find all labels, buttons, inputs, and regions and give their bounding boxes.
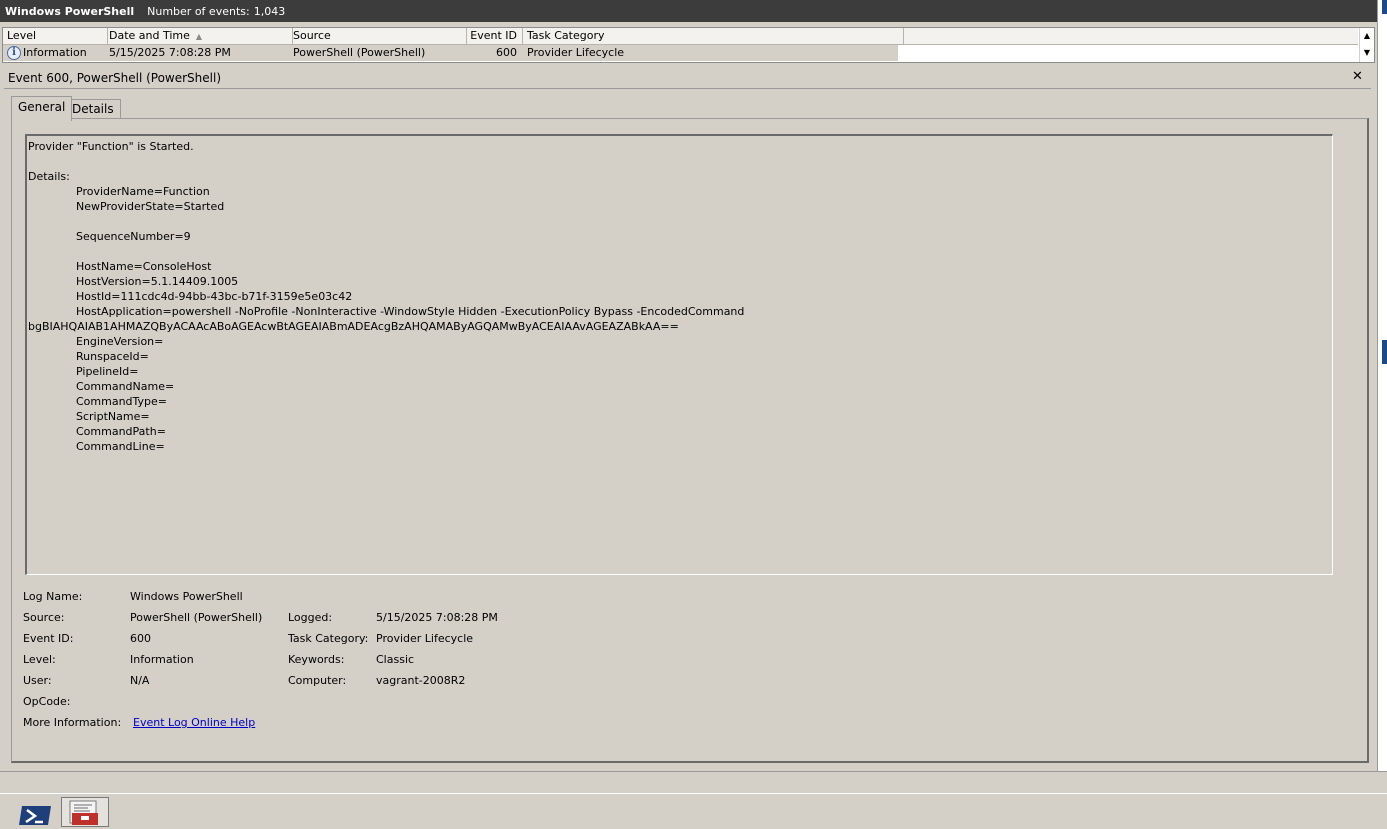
grid-scrollbar[interactable]: ▲ ▼ bbox=[1359, 28, 1374, 62]
prop-log-name-label: Log Name: bbox=[23, 590, 83, 603]
prop-task-category-label: Task Category: bbox=[288, 632, 369, 645]
column-header-date[interactable]: Date and Time ▲ bbox=[104, 28, 293, 44]
powershell-icon[interactable] bbox=[19, 806, 51, 825]
tab-details[interactable]: Details bbox=[65, 99, 121, 119]
message-host-application: HostApplication=powershell -NoProfile -N… bbox=[76, 305, 745, 318]
column-header-source[interactable]: Source bbox=[288, 28, 467, 44]
scroll-down-icon[interactable]: ▼ bbox=[1361, 46, 1373, 60]
event-message-box[interactable]: Provider "Function" is Started. Details:… bbox=[25, 134, 1333, 575]
info-icon: i bbox=[7, 46, 21, 60]
prop-opcode-label: OpCode: bbox=[23, 695, 71, 708]
message-sequence-number: SequenceNumber=9 bbox=[76, 230, 191, 243]
message-intro: Provider "Function" is Started. bbox=[28, 140, 194, 153]
column-header-task-category[interactable]: Task Category bbox=[522, 28, 904, 44]
cell-source: PowerShell (PowerShell) bbox=[288, 45, 466, 61]
details-title: Event 600, PowerShell (PowerShell) bbox=[8, 71, 222, 85]
column-header-date-label: Date and Time bbox=[109, 29, 190, 42]
message-provider-name: ProviderName=Function bbox=[76, 185, 210, 198]
message-script-name: ScriptName= bbox=[76, 410, 150, 423]
message-command-line: CommandLine= bbox=[76, 440, 165, 453]
prop-source-label: Source: bbox=[23, 611, 65, 624]
prop-user-label: User: bbox=[23, 674, 52, 687]
cell-event-id: 600 bbox=[462, 45, 522, 61]
message-details-label: Details: bbox=[28, 170, 70, 183]
column-header-level[interactable]: Level bbox=[3, 28, 108, 44]
log-title: Windows PowerShell bbox=[5, 4, 135, 18]
right-pane-edge bbox=[1377, 0, 1387, 772]
prop-log-name-value: Windows PowerShell bbox=[130, 590, 243, 603]
cell-level: i Information bbox=[3, 45, 107, 61]
event-viewer-icon[interactable] bbox=[61, 797, 109, 827]
taskbar bbox=[0, 793, 1387, 826]
prop-computer-label: Computer: bbox=[288, 674, 347, 687]
prop-source-value: PowerShell (PowerShell) bbox=[130, 611, 263, 624]
prop-logged-label: Logged: bbox=[288, 611, 333, 624]
divider bbox=[0, 771, 1387, 772]
tab-general[interactable]: General bbox=[11, 96, 73, 121]
event-log-online-help-link[interactable]: Event Log Online Help bbox=[133, 716, 255, 729]
prop-user-value: N/A bbox=[130, 674, 150, 687]
event-count-value: 1,043 bbox=[253, 4, 286, 18]
grid-header: Level Date and Time ▲ Source Event ID Tas… bbox=[3, 28, 1358, 45]
divider bbox=[4, 88, 1371, 89]
message-host-id: HostId=111cdc4d-94bb-43bc-b71f-3159e5e03… bbox=[76, 290, 353, 303]
prop-task-category-value: Provider Lifecycle bbox=[376, 632, 474, 645]
prop-event-id-value: 600 bbox=[130, 632, 151, 645]
prop-more-info-label: More Information: bbox=[23, 716, 122, 729]
cell-level-text: Information bbox=[23, 46, 87, 59]
message-host-name: HostName=ConsoleHost bbox=[76, 260, 212, 273]
message-encoded-command: bgBIAHQAIAB1AHMAZQByACAAcABoAGEAcwBtAGEA… bbox=[28, 320, 679, 333]
cell-date: 5/15/2025 7:08:28 PM bbox=[104, 45, 292, 61]
prop-event-id-label: Event ID: bbox=[23, 632, 74, 645]
message-new-provider-state: NewProviderState=Started bbox=[76, 200, 225, 213]
column-header-event-id[interactable]: Event ID bbox=[462, 28, 523, 44]
prop-keywords-value: Classic bbox=[376, 653, 415, 666]
prop-logged-value: 5/15/2025 7:08:28 PM bbox=[376, 611, 498, 624]
prop-keywords-label: Keywords: bbox=[288, 653, 345, 666]
message-runspace-id: RunspaceId= bbox=[76, 350, 149, 363]
event-count-label: Number of events: bbox=[147, 4, 250, 18]
message-command-type: CommandType= bbox=[76, 395, 168, 408]
message-command-path: CommandPath= bbox=[76, 425, 166, 438]
cell-task-category: Provider Lifecycle bbox=[522, 45, 898, 61]
prop-computer-value: vagrant-2008R2 bbox=[376, 674, 466, 687]
right-pane-marker bbox=[1382, 340, 1387, 364]
status-bar bbox=[0, 773, 1387, 791]
prop-level-label: Level: bbox=[23, 653, 56, 666]
prop-level-value: Information bbox=[130, 653, 194, 666]
scroll-up-icon[interactable]: ▲ bbox=[1361, 29, 1373, 43]
message-pipeline-id: PipelineId= bbox=[76, 365, 139, 378]
message-host-version: HostVersion=5.1.14409.1005 bbox=[76, 275, 239, 288]
close-icon[interactable]: ✕ bbox=[1352, 69, 1363, 84]
message-command-name: CommandName= bbox=[76, 380, 175, 393]
window-title-bar: Windows PowerShell Number of events: 1,0… bbox=[0, 0, 1378, 22]
right-pane-marker bbox=[1382, 0, 1387, 14]
events-grid[interactable]: Level Date and Time ▲ Source Event ID Tas… bbox=[2, 27, 1375, 63]
message-engine-version: EngineVersion= bbox=[76, 335, 164, 348]
sort-asc-icon: ▲ bbox=[195, 32, 203, 41]
table-row[interactable]: i Information 5/15/2025 7:08:28 PM PowerS… bbox=[3, 45, 1358, 61]
